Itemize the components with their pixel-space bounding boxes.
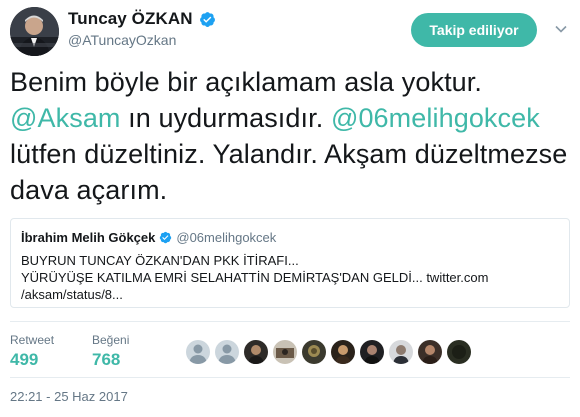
author-display-name[interactable]: Tuncay ÖZKAN	[68, 9, 193, 29]
tweet-timestamp[interactable]: 22:21 - 25 Haz 2017	[10, 389, 128, 404]
verified-badge-icon	[160, 231, 172, 244]
liker-avatar[interactable]	[186, 340, 210, 364]
liker-avatar[interactable]	[447, 340, 471, 364]
retweet-stat[interactable]: Retweet 499	[10, 333, 54, 370]
chevron-down-icon[interactable]	[554, 22, 568, 36]
quoted-text-line: BUYRUN TUNCAY ÖZKAN'DAN PKK İTİRAFI...	[21, 253, 299, 268]
verified-badge-icon	[199, 11, 215, 27]
divider	[10, 321, 570, 322]
liker-avatar[interactable]	[360, 340, 384, 364]
like-label: Beğeni	[92, 333, 130, 347]
liker-avatar[interactable]	[215, 340, 239, 364]
like-count: 768	[92, 350, 121, 369]
mention-link-aksam[interactable]: @Aksam	[10, 103, 121, 133]
liker-avatar[interactable]	[331, 340, 355, 364]
retweet-count: 499	[10, 350, 39, 369]
quoted-text-line: /aksam/status/8...	[21, 287, 123, 302]
liker-avatar[interactable]	[389, 340, 413, 364]
like-stat[interactable]: Beğeni 768	[92, 333, 129, 370]
liker-avatar[interactable]	[244, 340, 268, 364]
following-button[interactable]: Takip ediliyor	[411, 13, 537, 47]
quoted-text-line: YÜRÜYÜŞE KATILMA EMRİ SELAHATTİN DEMİRTA…	[21, 270, 489, 285]
quoted-display-name: İbrahim Melih Gökçek	[21, 230, 156, 245]
quoted-tweet[interactable]: İbrahim Melih Gökçek @06melihgokcek BUYR…	[10, 218, 570, 308]
author-avatar[interactable]	[10, 7, 59, 56]
quoted-text: BUYRUN TUNCAY ÖZKAN'DAN PKK İTİRAFI... Y…	[21, 252, 561, 303]
liker-avatar[interactable]	[273, 340, 297, 364]
liker-avatar[interactable]	[418, 340, 442, 364]
quoted-handle: @06melihgokcek	[176, 230, 277, 245]
tweet-text-part: Benim böyle bir açıklamam asla yoktur.	[10, 67, 482, 97]
tweet-text-part: ın uydurmasıdır.	[120, 103, 331, 133]
mention-link-06melihgokcek[interactable]: @06melihgokcek	[331, 103, 540, 133]
liker-avatar[interactable]	[302, 340, 326, 364]
retweet-label: Retweet	[10, 333, 55, 347]
liker-avatars	[186, 340, 476, 364]
tweet-text: Benim böyle bir açıklamam asla yoktur. @…	[10, 64, 570, 208]
author-handle[interactable]: @ATuncayOzkan	[68, 32, 176, 48]
divider	[10, 377, 570, 378]
tweet-card: Tuncay ÖZKAN @ATuncayOzkan Takip ediliyo…	[0, 0, 580, 417]
tweet-text-part: lütfen düzeltiniz. Yalandır. Akşam düzel…	[10, 139, 568, 205]
